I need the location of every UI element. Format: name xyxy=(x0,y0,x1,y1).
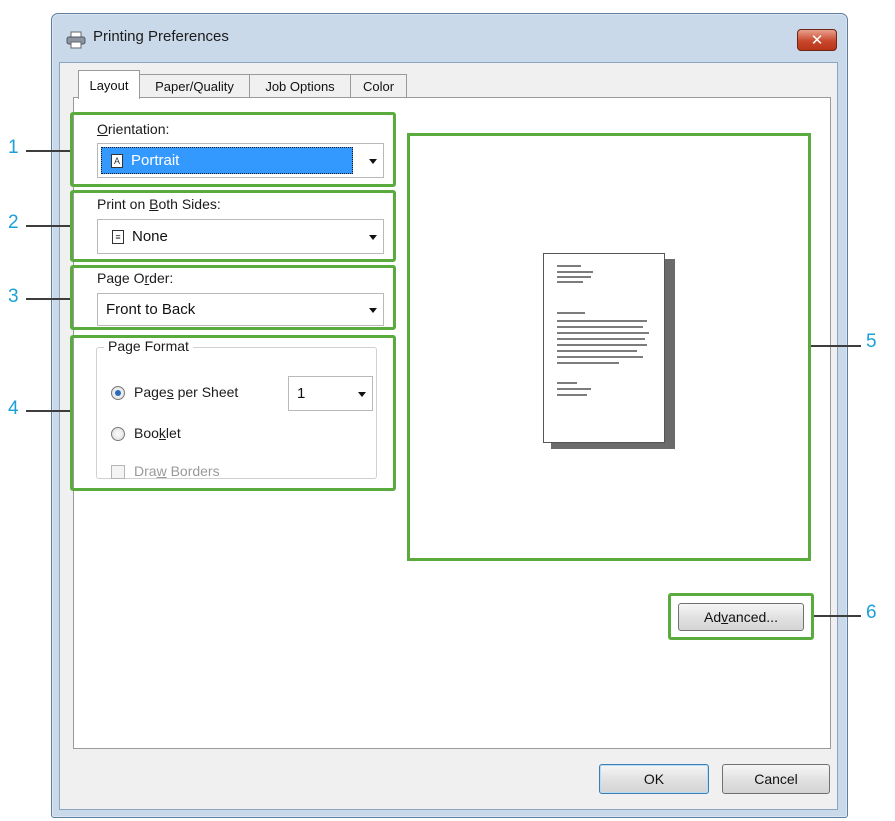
orientation-dropdown[interactable]: A Portrait xyxy=(97,143,384,178)
orientation-label: Orientation: xyxy=(97,121,170,137)
booklet-label[interactable]: Booklet xyxy=(134,425,181,441)
window-title: Printing Preferences xyxy=(93,28,229,45)
chevron-down-icon xyxy=(369,234,377,240)
page-order-dropdown[interactable]: Front to Back xyxy=(97,293,384,326)
booklet-radio[interactable] xyxy=(111,427,125,441)
printer-icon xyxy=(66,31,86,49)
callout-5: 5 xyxy=(866,331,877,352)
callout-5-line xyxy=(811,345,861,347)
pages-per-sheet-dropdown[interactable]: 1 xyxy=(288,376,373,411)
pages-per-sheet-radio[interactable] xyxy=(111,386,125,400)
pages-per-sheet-label[interactable]: Pages per Sheet xyxy=(134,384,238,400)
cancel-button[interactable]: Cancel xyxy=(722,764,830,794)
tab-color[interactable]: Color xyxy=(350,74,407,98)
callout-3: 3 xyxy=(8,286,19,307)
callout-4-line xyxy=(26,410,70,412)
advanced-button[interactable]: Ad v anced... xyxy=(678,603,804,631)
preview-page-icon xyxy=(543,253,665,443)
chevron-down-icon xyxy=(358,391,366,397)
callout-6-line xyxy=(814,615,861,617)
tab-paper-quality[interactable]: Paper/Quality xyxy=(139,74,250,98)
close-button[interactable]: ✕ xyxy=(797,29,837,51)
callout-1: 1 xyxy=(8,137,19,158)
chevron-down-icon xyxy=(369,158,377,164)
portrait-icon: A xyxy=(111,153,123,168)
orientation-selected-value: A Portrait xyxy=(101,147,353,174)
callout-2: 2 xyxy=(8,212,19,233)
page-order-label: Page Order: xyxy=(97,270,174,286)
callout-6: 6 xyxy=(866,602,877,623)
one-sided-document-icon: ≡ xyxy=(112,229,124,244)
tab-layout[interactable]: Layout xyxy=(78,70,140,99)
page-format-legend: Page Format xyxy=(104,338,193,354)
callout-2-line xyxy=(26,225,70,227)
chevron-down-icon xyxy=(369,307,377,313)
callout-4: 4 xyxy=(8,398,19,419)
draw-borders-checkbox[interactable] xyxy=(111,465,125,479)
callout-3-line xyxy=(26,298,70,300)
ok-button[interactable]: OK xyxy=(599,764,709,794)
page-format-group xyxy=(96,347,377,479)
duplex-label: Print on Both Sides: xyxy=(97,196,221,212)
tab-job-options[interactable]: Job Options xyxy=(249,74,351,98)
callout-1-line xyxy=(26,150,70,152)
close-icon: ✕ xyxy=(810,32,824,49)
draw-borders-label: Draw Borders xyxy=(134,463,220,479)
duplex-dropdown[interactable]: ≡ None xyxy=(97,219,384,254)
